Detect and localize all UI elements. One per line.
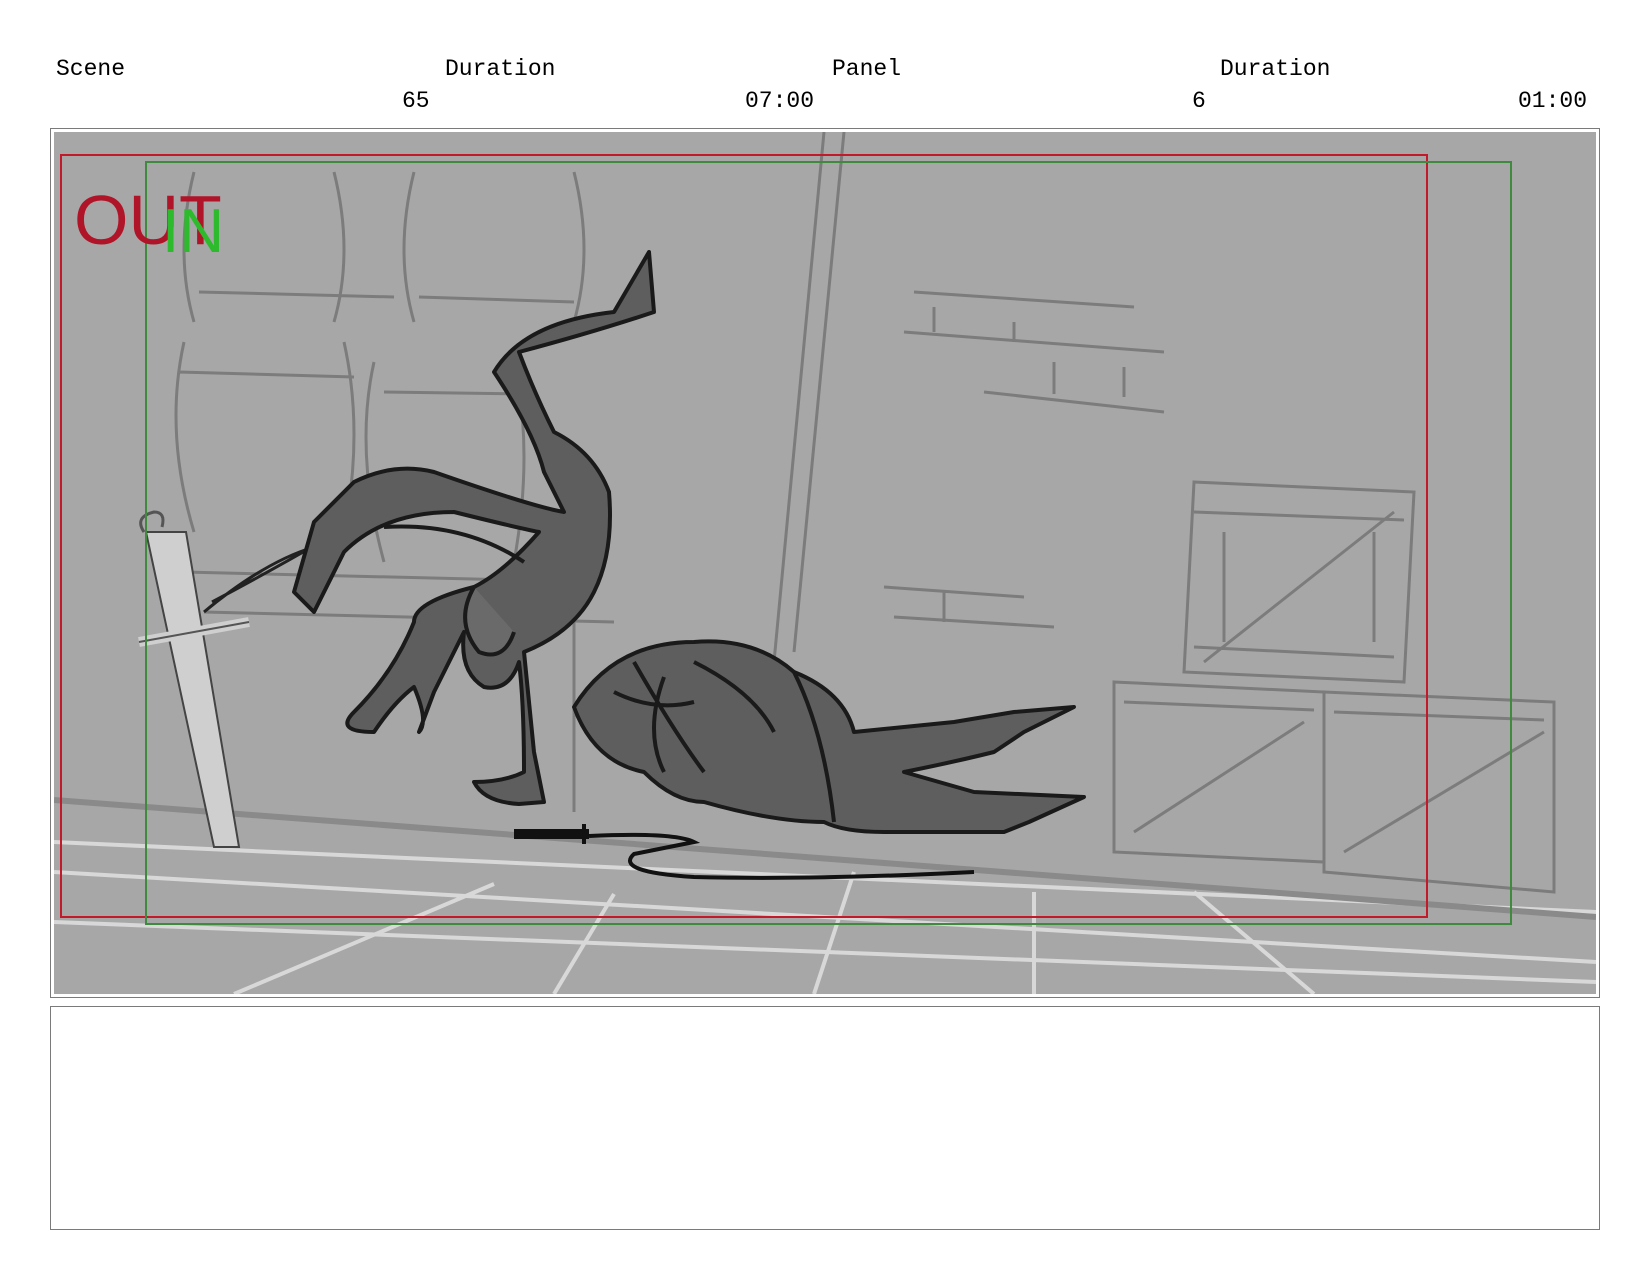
- in-marker: IN: [162, 197, 224, 266]
- panel-label: Panel: [832, 56, 902, 82]
- panel-duration-value: 01:00: [1518, 88, 1588, 114]
- scene-number: 65: [402, 88, 430, 114]
- scene-label: Scene: [56, 56, 126, 82]
- panel-notes-box: [50, 1006, 1600, 1230]
- scene-duration-value: 07:00: [745, 88, 815, 114]
- panel-number: 6: [1192, 88, 1206, 114]
- storyboard-panel-drawing: OUT IN: [54, 132, 1596, 994]
- storyboard-panel-frame: OUT IN: [50, 128, 1600, 998]
- panel-notes-text: [51, 1007, 1599, 1031]
- panel-duration-label: Duration: [1220, 56, 1331, 82]
- scene-duration-label: Duration: [445, 56, 556, 82]
